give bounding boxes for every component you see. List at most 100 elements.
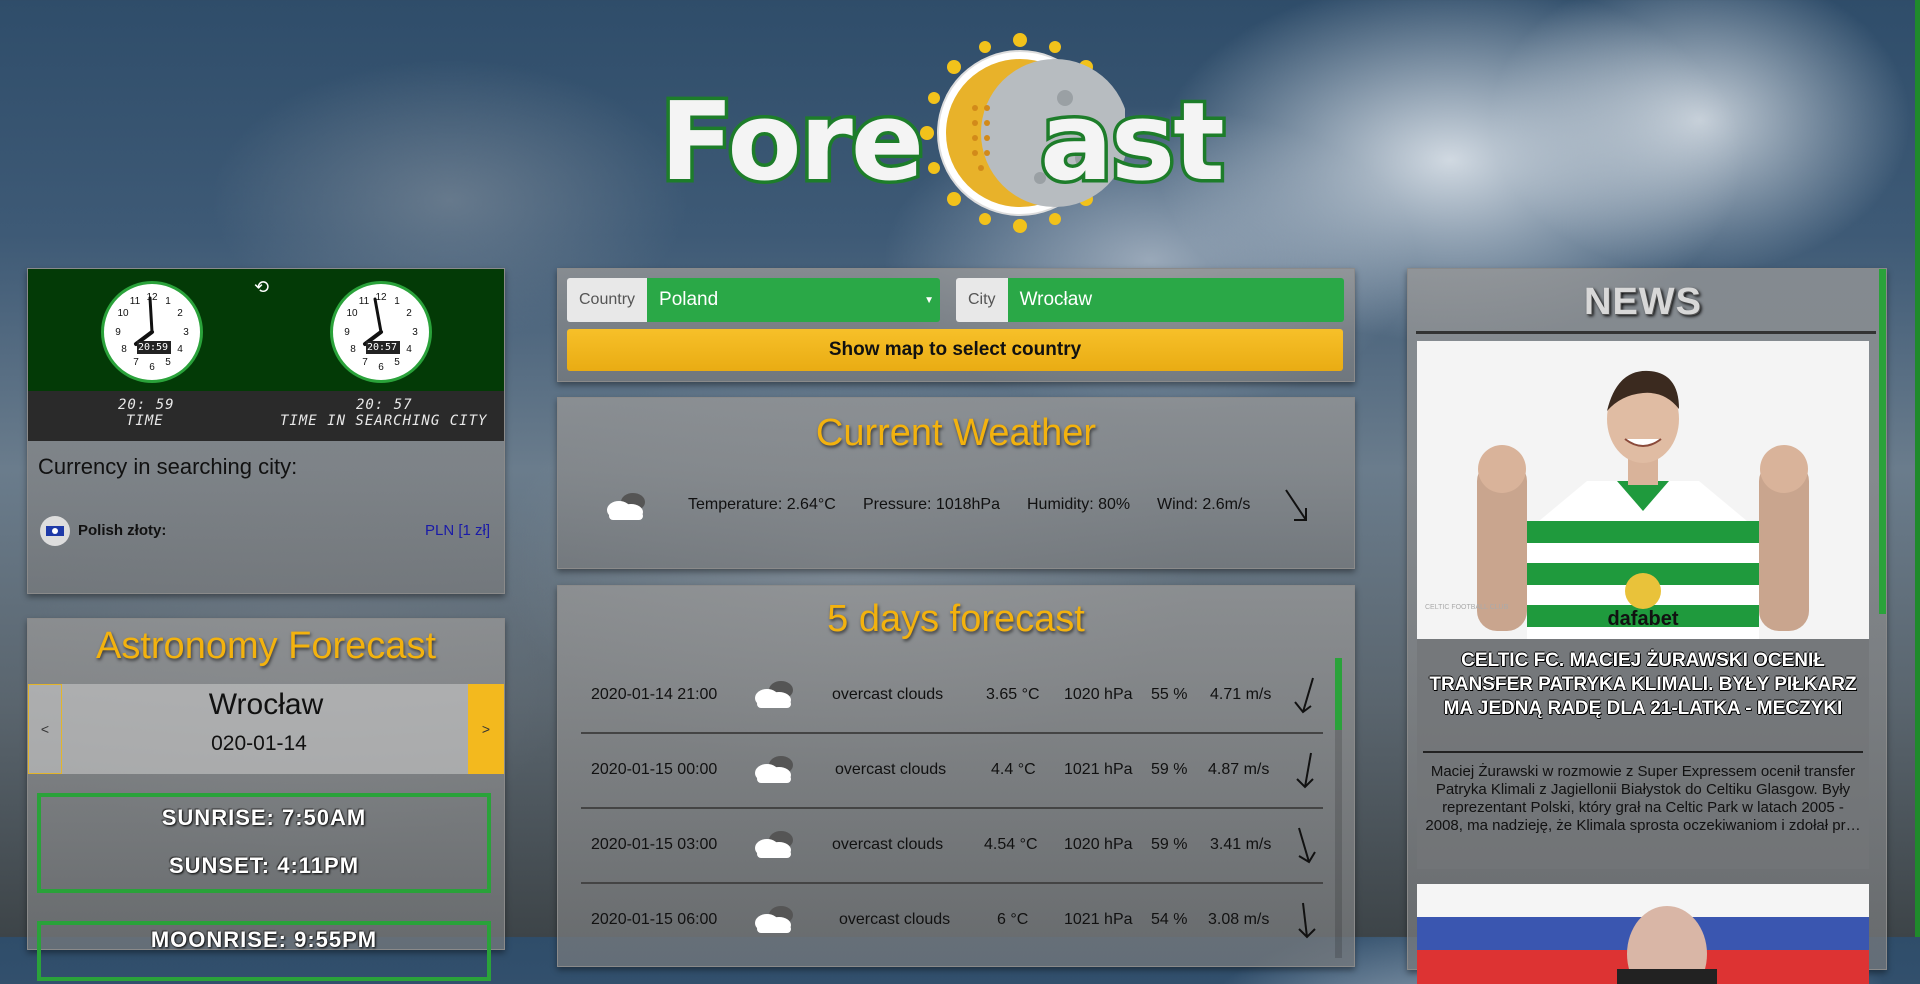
svg-text:6: 6 [378, 362, 384, 373]
current-weather-panel: Current Weather Temperature: 2.64°C Pres… [557, 397, 1355, 569]
cloud-icon [607, 493, 645, 520]
forecast-wind: 4.87 m/s [1208, 761, 1270, 778]
svg-text:6: 6 [149, 362, 155, 373]
local-digital-time: 20: 59 [118, 397, 175, 413]
svg-text:8: 8 [121, 344, 127, 355]
sunset-text: SUNSET: 4:11PM [168, 853, 360, 878]
sun-times-box: SUNRISE: 7:50AM SUNSET: 4:11PM [37, 793, 491, 893]
forecast-humidity: 55 % [1151, 686, 1188, 703]
currency-name: Polish złoty: [78, 522, 167, 539]
wind-direction-arrow-icon [1298, 902, 1316, 939]
country-select[interactable]: Poland ▼ [647, 278, 940, 322]
forecast-temp: 6 °C [997, 911, 1029, 928]
svg-text:12: 12 [375, 292, 387, 303]
analog-clocks-area: 12 1 2 345 678 9 10 11 20:59 ⟲ 12 1 2 345 678 … [28, 269, 504, 391]
wind-direction-arrow-icon [1294, 677, 1314, 714]
forecast-datetime: 2020-01-15 03:00 [591, 836, 718, 853]
astronomy-date: 020-01-14 [211, 732, 307, 755]
astronomy-city: Wrocław [208, 688, 324, 721]
logo-text-left: Fore [656, 77, 927, 209]
wind-direction-arrow-icon [1285, 489, 1307, 521]
news-scrollbar[interactable] [1879, 269, 1886, 614]
forecast-humidity: 54 % [1151, 911, 1188, 928]
wind-direction-arrow-icon [1296, 752, 1314, 789]
local-face-digital: 20:59 [137, 342, 169, 353]
city-time-label: TIME IN SEARCHING CITY [280, 413, 488, 429]
forecast-title: 5 days forecast [827, 598, 1085, 640]
city-field[interactable]: City Wrocław [956, 278, 1344, 322]
forecast-datetime: 2020-01-15 00:00 [591, 761, 718, 778]
country-value: Poland [659, 289, 719, 310]
forecast-description: overcast clouds [839, 911, 951, 928]
moon-times-box: MOONRISE: 9:55PM [37, 921, 491, 981]
forecast-pressure: 1020 hPa [1064, 686, 1133, 703]
svg-text:12: 12 [146, 292, 158, 303]
cloud-icon [755, 756, 793, 783]
digital-clocks-area: 20: 59 TIME 20: 57 TIME IN SEARCHING CIT… [28, 391, 504, 441]
jersey-sponsor-text: dafabet [1607, 608, 1678, 630]
svg-text:9: 9 [344, 327, 350, 338]
forecast-wind: 4.71 m/s [1210, 686, 1272, 703]
forecast-pressure: 1021 hPa [1064, 761, 1133, 778]
forecast-description: overcast clouds [832, 686, 944, 703]
forecast-scrollbar-thumb[interactable] [1335, 658, 1342, 730]
astronomy-next-button[interactable]: > [468, 684, 504, 774]
news-divider [1416, 331, 1876, 334]
forecast-datetime: 2020-01-14 21:00 [591, 686, 718, 703]
news-article-image[interactable]: dafabet CELTIC FOOTBALL CLUB [1417, 341, 1869, 639]
forecast-pressure: 1020 hPa [1064, 836, 1133, 853]
forecast-description: overcast clouds [832, 836, 944, 853]
svg-text:8: 8 [350, 344, 356, 355]
dropdown-caret-icon: ▼ [924, 294, 934, 306]
svg-text:11: 11 [130, 296, 141, 307]
svg-text:2: 2 [406, 308, 412, 319]
city-input[interactable]: Wrocław [1007, 278, 1344, 322]
city-face-digital: 20:57 [366, 342, 398, 353]
forecast-temp: 4.54 °C [984, 836, 1038, 853]
location-search-panel: Country Poland ▼ City Wrocław Show map t… [557, 268, 1355, 382]
forecast-description: overcast clouds [835, 761, 947, 778]
country-label: Country [567, 278, 648, 322]
current-temperature: Temperature: 2.64°C [688, 496, 836, 513]
cloud-icon [755, 831, 793, 858]
astronomy-date-nav: Wrocław 020-01-14 < > [28, 684, 504, 774]
news-article-card-next[interactable] [1417, 884, 1869, 984]
news-title: NEWS [1584, 281, 1702, 323]
city-digital-time: 20: 57 [356, 397, 413, 413]
reset-clock-icon[interactable]: ⟲ [254, 277, 269, 298]
astronomy-title: Astronomy Forecast [96, 625, 436, 667]
forecast-wind: 3.08 m/s [1208, 911, 1270, 928]
forecast-temp: 4.4 °C [991, 761, 1036, 778]
svg-text:2: 2 [177, 308, 183, 319]
five-day-forecast-panel: 5 days forecast 2020-01-14 21:00 overcas… [557, 585, 1355, 967]
svg-text:10: 10 [117, 308, 129, 319]
svg-text:7: 7 [362, 357, 368, 368]
logo-text-right: ast [1037, 77, 1229, 209]
news-article-card[interactable]: dafabet CELTIC FOOTBALL CLUB CELTIC FC. … [1417, 341, 1869, 869]
news-headline[interactable]: CELTIC FC. MACIEJ ŻURAWSKI OCENIŁ TRANSF… [1423, 649, 1863, 721]
svg-text:3: 3 [183, 327, 189, 338]
currency-code-link[interactable]: PLN [1 zł] [425, 522, 490, 539]
country-field[interactable]: Country Poland ▼ [567, 278, 940, 322]
svg-text:5: 5 [394, 357, 400, 368]
city-analog-clock: 12 1 2 345 678 9 10 11 20:57 [330, 281, 432, 383]
currency-title: Currency in searching city: [38, 454, 298, 479]
local-time-label: TIME [126, 413, 164, 429]
forecast-humidity: 59 % [1151, 761, 1188, 778]
astronomy-prev-button[interactable]: < [28, 684, 62, 774]
show-map-button[interactable]: Show map to select country [567, 329, 1343, 371]
svg-text:1: 1 [165, 296, 171, 307]
svg-text:10: 10 [346, 308, 358, 319]
svg-text:4: 4 [406, 344, 412, 355]
forecast-humidity: 59 % [1151, 836, 1188, 853]
current-weather-title: Current Weather [815, 412, 1097, 454]
city-label: City [956, 278, 1008, 322]
forecast-logo[interactable]: Fore ast [656, 28, 1250, 238]
local-analog-clock: 12 1 2 345 678 9 10 11 20:59 [101, 281, 203, 383]
page-edge-bar [1915, 0, 1920, 937]
sunrise-text: SUNRISE: 7:50AM [161, 805, 367, 830]
svg-text:4: 4 [177, 344, 183, 355]
forecast-temp: 3.65 °C [986, 686, 1040, 703]
news-summary: Maciej Żurawski w rozmowie z Super Expre… [1425, 763, 1861, 834]
astronomy-panel: Astronomy Forecast Wrocław 020-01-14 < >… [27, 618, 505, 981]
